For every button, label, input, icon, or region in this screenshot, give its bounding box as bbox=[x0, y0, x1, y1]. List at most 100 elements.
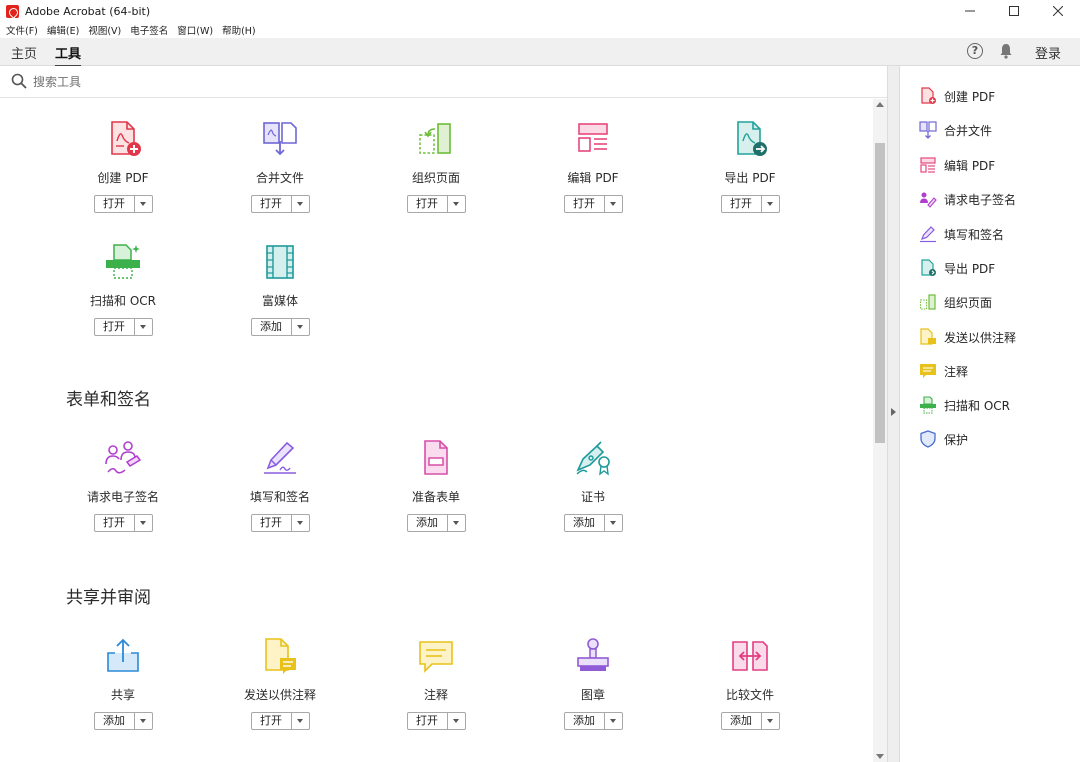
dropdown-arrow-button[interactable] bbox=[605, 713, 622, 729]
add-button[interactable]: 添加 bbox=[565, 713, 605, 729]
dropdown-arrow-button[interactable] bbox=[448, 196, 465, 212]
menu-esign[interactable]: 电子签名 bbox=[130, 23, 168, 37]
open-split-button: 打开 bbox=[93, 514, 153, 532]
help-icon[interactable]: ? bbox=[967, 43, 983, 59]
scroll-up-arrow-icon[interactable] bbox=[876, 102, 884, 107]
rp-item-protect[interactable]: 保护 bbox=[919, 429, 968, 449]
tool-label: 导出 PDF bbox=[724, 171, 776, 185]
search-tools-input[interactable] bbox=[33, 73, 433, 91]
open-button[interactable]: 打开 bbox=[95, 319, 135, 335]
rp-label: 合并文件 bbox=[944, 123, 993, 138]
certificates-icon bbox=[576, 441, 610, 476]
open-split-button: 打开 bbox=[250, 195, 310, 213]
rp-item-organize-pages[interactable]: 组织页面 bbox=[919, 292, 992, 312]
chevron-down-icon bbox=[453, 719, 459, 723]
search-icon bbox=[11, 73, 27, 93]
tab-tools[interactable]: 工具 bbox=[55, 43, 82, 67]
menu-view[interactable]: 视图(V) bbox=[88, 23, 121, 37]
tool-rich-media: 富媒体 添加 bbox=[210, 242, 350, 336]
compare-files-icon bbox=[732, 641, 768, 671]
menu-help[interactable]: 帮助(H) bbox=[222, 23, 256, 37]
tab-home[interactable]: 主页 bbox=[11, 43, 37, 62]
dropdown-arrow-button[interactable] bbox=[448, 713, 465, 729]
tool-edit-pdf: 编辑 PDF 打开 bbox=[523, 119, 663, 213]
dropdown-arrow-button[interactable] bbox=[135, 515, 152, 531]
open-button[interactable]: 打开 bbox=[252, 196, 292, 212]
add-button[interactable]: 添加 bbox=[95, 713, 135, 729]
open-split-button: 打开 bbox=[250, 514, 310, 532]
notifications-bell-icon[interactable] bbox=[999, 43, 1013, 59]
chevron-down-icon bbox=[140, 325, 146, 329]
rp-label: 创建 PDF bbox=[944, 89, 996, 104]
dropdown-arrow-button[interactable] bbox=[762, 196, 779, 212]
tool-prepare-form: 准备表单 添加 bbox=[366, 438, 506, 532]
dropdown-arrow-button[interactable] bbox=[292, 515, 309, 531]
tool-label: 富媒体 bbox=[261, 294, 298, 308]
close-button[interactable] bbox=[1036, 0, 1080, 22]
scroll-thumb[interactable] bbox=[875, 143, 885, 443]
rp-item-edit-pdf[interactable]: 编辑 PDF bbox=[919, 155, 995, 175]
rp-item-comment[interactable]: 注释 bbox=[919, 361, 968, 381]
open-button[interactable]: 打开 bbox=[722, 196, 762, 212]
open-button[interactable]: 打开 bbox=[408, 196, 448, 212]
vertical-scrollbar[interactable] bbox=[873, 99, 887, 762]
add-button[interactable]: 添加 bbox=[252, 319, 292, 335]
dropdown-arrow-button[interactable] bbox=[292, 196, 309, 212]
open-button[interactable]: 打开 bbox=[408, 713, 448, 729]
open-button[interactable]: 打开 bbox=[95, 515, 135, 531]
menu-window[interactable]: 窗口(W) bbox=[177, 23, 213, 37]
sign-in-link[interactable]: 登录 bbox=[1035, 43, 1061, 62]
organize-pages-icon bbox=[419, 123, 451, 154]
maximize-button[interactable] bbox=[992, 0, 1036, 22]
dropdown-arrow-button[interactable] bbox=[135, 713, 152, 729]
tool-fill-sign: 填写和签名 打开 bbox=[210, 438, 350, 532]
dropdown-arrow-button[interactable] bbox=[135, 319, 152, 335]
rp-label: 扫描和 OCR bbox=[944, 398, 1010, 413]
rp-item-request-esign[interactable]: 请求电子签名 bbox=[919, 189, 1016, 209]
menu-edit[interactable]: 编辑(E) bbox=[47, 23, 79, 37]
open-split-button: 打开 bbox=[93, 318, 153, 336]
dropdown-arrow-button[interactable] bbox=[292, 713, 309, 729]
open-button[interactable]: 打开 bbox=[565, 196, 605, 212]
rp-item-create-pdf[interactable]: 创建 PDF bbox=[919, 86, 995, 106]
panel-splitter[interactable] bbox=[887, 66, 900, 762]
open-split-button: 打开 bbox=[720, 195, 780, 213]
scroll-down-arrow-icon[interactable] bbox=[876, 754, 884, 759]
open-button[interactable]: 打开 bbox=[95, 196, 135, 212]
tool-label: 组织页面 bbox=[411, 171, 460, 185]
rp-item-combine-files[interactable]: 合并文件 bbox=[919, 120, 992, 140]
collapse-panel-arrow-icon[interactable] bbox=[891, 408, 896, 416]
open-button[interactable]: 打开 bbox=[252, 713, 292, 729]
search-bar bbox=[0, 66, 887, 98]
dropdown-arrow-button[interactable] bbox=[605, 196, 622, 212]
dropdown-arrow-button[interactable] bbox=[605, 515, 622, 531]
rp-item-scan-ocr[interactable]: 扫描和 OCR bbox=[919, 395, 1010, 415]
maximize-icon bbox=[1009, 6, 1019, 16]
open-button[interactable]: 打开 bbox=[252, 515, 292, 531]
tool-scan-ocr: 扫描和 OCR 打开 bbox=[53, 242, 193, 336]
tool-label: 请求电子签名 bbox=[86, 490, 159, 504]
add-button[interactable]: 添加 bbox=[408, 515, 448, 531]
dropdown-arrow-button[interactable] bbox=[135, 196, 152, 212]
rp-item-send-for-comments[interactable]: 发送以供注释 bbox=[919, 327, 1016, 347]
dropdown-arrow-button[interactable] bbox=[762, 713, 779, 729]
add-split-button: 添加 bbox=[563, 712, 623, 730]
rp-item-fill-sign[interactable]: 填写和签名 bbox=[919, 224, 1004, 244]
section-title-forms: 表单和签名 bbox=[66, 390, 151, 410]
tool-label: 填写和签名 bbox=[249, 490, 310, 504]
tool-label: 合并文件 bbox=[255, 171, 304, 185]
dropdown-arrow-button[interactable] bbox=[448, 515, 465, 531]
tool-send-for-comments: 发送以供注释 打开 bbox=[210, 636, 350, 730]
rp-item-export-pdf[interactable]: 导出 PDF bbox=[919, 258, 995, 278]
minimize-button[interactable] bbox=[948, 0, 992, 22]
add-button[interactable]: 添加 bbox=[565, 515, 605, 531]
window-title: Adobe Acrobat (64-bit) bbox=[25, 4, 151, 18]
dropdown-arrow-button[interactable] bbox=[292, 319, 309, 335]
combine-files-icon bbox=[263, 122, 297, 156]
add-split-button: 添加 bbox=[93, 712, 153, 730]
chevron-down-icon bbox=[610, 521, 616, 525]
chevron-down-icon bbox=[610, 202, 616, 206]
add-button[interactable]: 添加 bbox=[722, 713, 762, 729]
comment-icon bbox=[920, 364, 936, 378]
menu-file[interactable]: 文件(F) bbox=[6, 23, 38, 37]
